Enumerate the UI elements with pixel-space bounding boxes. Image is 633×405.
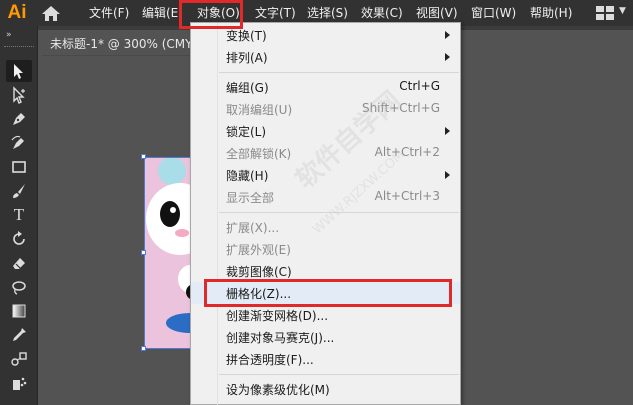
lasso-tool-icon[interactable]	[6, 276, 32, 298]
menu-item-label: 全部解锁(K)	[226, 147, 292, 161]
menu-item-unlock-all[interactable]: 全部解锁(K) Alt+Ctrl+2	[191, 142, 460, 164]
menu-item-label: 扩展外观(E)	[226, 243, 291, 257]
menu-separator	[219, 374, 459, 375]
menu-item-label: 锁定(L)	[226, 125, 267, 139]
menu-item-lock[interactable]: 锁定(L)	[191, 120, 460, 142]
menu-item-label: 创建对象马赛克(J)...	[226, 331, 335, 345]
menu-item-arrange[interactable]: 排列(A)	[191, 46, 460, 68]
menu-item-label: 取消编组(U)	[226, 103, 293, 117]
curvature-tool-icon[interactable]	[6, 132, 32, 154]
rotate-tool-icon[interactable]	[6, 228, 32, 250]
menu-item-create-object-mosaic[interactable]: 创建对象马赛克(J)...	[191, 326, 460, 348]
menu-item-expand[interactable]: 扩展(X)...	[191, 216, 460, 238]
menu-item-make-pixel-perfect[interactable]: 设为像素级优化(M)	[191, 378, 460, 400]
menu-item-label: 排列(A)	[226, 51, 268, 65]
menu-window[interactable]: 窗口(W)	[471, 0, 516, 26]
menu-item-group[interactable]: 编组(G) Ctrl+G	[191, 76, 460, 98]
document-tab-title: 未标题-1* @ 300% (CMY	[50, 37, 193, 51]
menu-item-shortcut: Ctrl+G	[399, 79, 440, 93]
submenu-arrow-icon	[445, 31, 450, 39]
menu-separator	[219, 212, 459, 213]
artwork-illustration[interactable]	[144, 157, 194, 349]
rectangle-tool-icon[interactable]	[6, 156, 32, 178]
panel-grip[interactable]	[4, 46, 34, 48]
type-tool-icon[interactable]: T	[6, 204, 32, 226]
menu-item-hide[interactable]: 隐藏(H)	[191, 164, 460, 186]
object-menu-dropdown: 变换(T) 排列(A) 编组(G) Ctrl+G 取消编组(U) Shift+C…	[190, 22, 461, 405]
resize-handle-bottom-left[interactable]	[141, 346, 146, 351]
submenu-arrow-icon	[445, 53, 450, 61]
submenu-arrow-icon	[445, 171, 450, 179]
menu-item-shortcut: Shift+Ctrl+G	[361, 101, 440, 115]
menu-item-label: 隐藏(H)	[226, 169, 269, 183]
gradient-tool-icon[interactable]	[6, 300, 32, 322]
menu-item-create-gradient-mesh[interactable]: 创建渐变网格(D)...	[191, 304, 460, 326]
selection-tool-icon[interactable]	[6, 60, 32, 82]
resize-handle-middle-left[interactable]	[141, 250, 146, 255]
menu-file[interactable]: 文件(F)	[89, 0, 129, 26]
collapse-panel-icon[interactable]: »	[6, 30, 11, 40]
menu-item-label: 变换(T)	[226, 29, 267, 43]
menu-edit[interactable]: 编辑(E)	[142, 0, 183, 26]
eraser-tool-icon[interactable]	[6, 252, 32, 274]
menu-help[interactable]: 帮助(H)	[530, 0, 572, 26]
chevron-down-icon[interactable]: ▼	[619, 6, 626, 16]
paintbrush-tool-icon[interactable]	[6, 180, 32, 202]
blend-tool-icon[interactable]	[6, 348, 32, 370]
tools-panel: » T	[0, 26, 38, 405]
menu-item-transform[interactable]: 变换(T)	[191, 24, 460, 46]
menu-item-crop-image[interactable]: 裁剪图像(C)	[191, 260, 460, 282]
menu-item-label: 编组(G)	[226, 81, 269, 95]
menu-item-label: 拼合透明度(F)...	[226, 353, 314, 367]
menu-item-shortcut: Alt+Ctrl+2	[374, 145, 440, 159]
workspace-switcher-icon[interactable]	[596, 6, 614, 20]
eyedropper-tool-icon[interactable]	[6, 324, 32, 346]
menu-item-expand-appearance[interactable]: 扩展外观(E)	[191, 238, 460, 260]
menu-item-label: 显示全部	[226, 191, 275, 205]
menu-item-label: 裁剪图像(C)	[226, 265, 292, 279]
app-logo: Ai	[7, 2, 27, 23]
menu-item-label: 扩展(X)...	[226, 221, 280, 235]
menu-item-shortcut: Alt+Ctrl+3	[374, 189, 440, 203]
menu-item-label: 创建渐变网格(D)...	[226, 309, 329, 323]
menu-separator	[219, 72, 459, 73]
symbol-sprayer-tool-icon[interactable]	[6, 372, 32, 394]
home-icon[interactable]	[40, 4, 62, 22]
document-tab[interactable]: 未标题-1* @ 300% (CMY	[42, 30, 193, 56]
menu-item-ungroup[interactable]: 取消编组(U) Shift+Ctrl+G	[191, 98, 460, 120]
pen-tool-icon[interactable]	[6, 108, 32, 130]
panda-illustration	[144, 157, 194, 349]
resize-handle-top-left[interactable]	[141, 154, 146, 159]
menu-item-label: 设为像素级优化(M)	[226, 383, 330, 397]
submenu-arrow-icon	[445, 127, 450, 135]
menu-item-flatten-transparency[interactable]: 拼合透明度(F)...	[191, 348, 460, 370]
direct-selection-tool-icon[interactable]	[6, 84, 32, 106]
menu-item-show-all[interactable]: 显示全部 Alt+Ctrl+3	[191, 186, 460, 208]
menu-item-label: 栅格化(Z)...	[226, 287, 292, 301]
menu-item-rasterize[interactable]: 栅格化(Z)...	[191, 282, 460, 304]
